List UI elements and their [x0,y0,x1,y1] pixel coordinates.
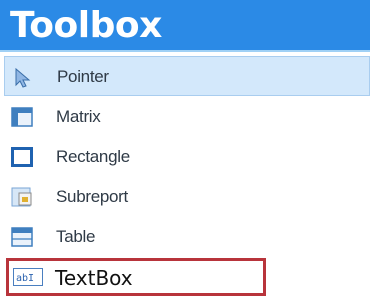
toolbox-item-label: Subreport [56,187,128,206]
rectangle-icon [11,147,33,167]
toolbox-item-label: Table [56,227,96,246]
pointer-icon [12,67,34,88]
toolbox-item-matrix[interactable]: Matrix [4,97,370,137]
toolbox-item-label: Rectangle [56,147,130,166]
toolbox-item-label: Matrix [56,107,101,126]
toolbox-title-bar: Toolbox [0,0,370,52]
toolbox-item-label: TextBox [55,266,133,290]
textbox-icon-text: abI [16,273,34,284]
table-icon [11,227,33,247]
toolbox-title: Toolbox [10,5,162,46]
toolbox-item-label: Pointer [57,67,109,86]
subreport-icon [11,187,33,207]
matrix-icon [11,107,33,127]
toolbox-item-rectangle[interactable]: Rectangle [4,137,370,177]
toolbox-item-textbox[interactable]: abI TextBox [6,258,266,296]
toolbox-item-table[interactable]: Table [4,217,370,257]
toolbox-item-pointer[interactable]: Pointer [4,56,370,96]
textbox-icon: abI [13,268,43,286]
toolbox-item-subreport[interactable]: Subreport [4,177,370,217]
